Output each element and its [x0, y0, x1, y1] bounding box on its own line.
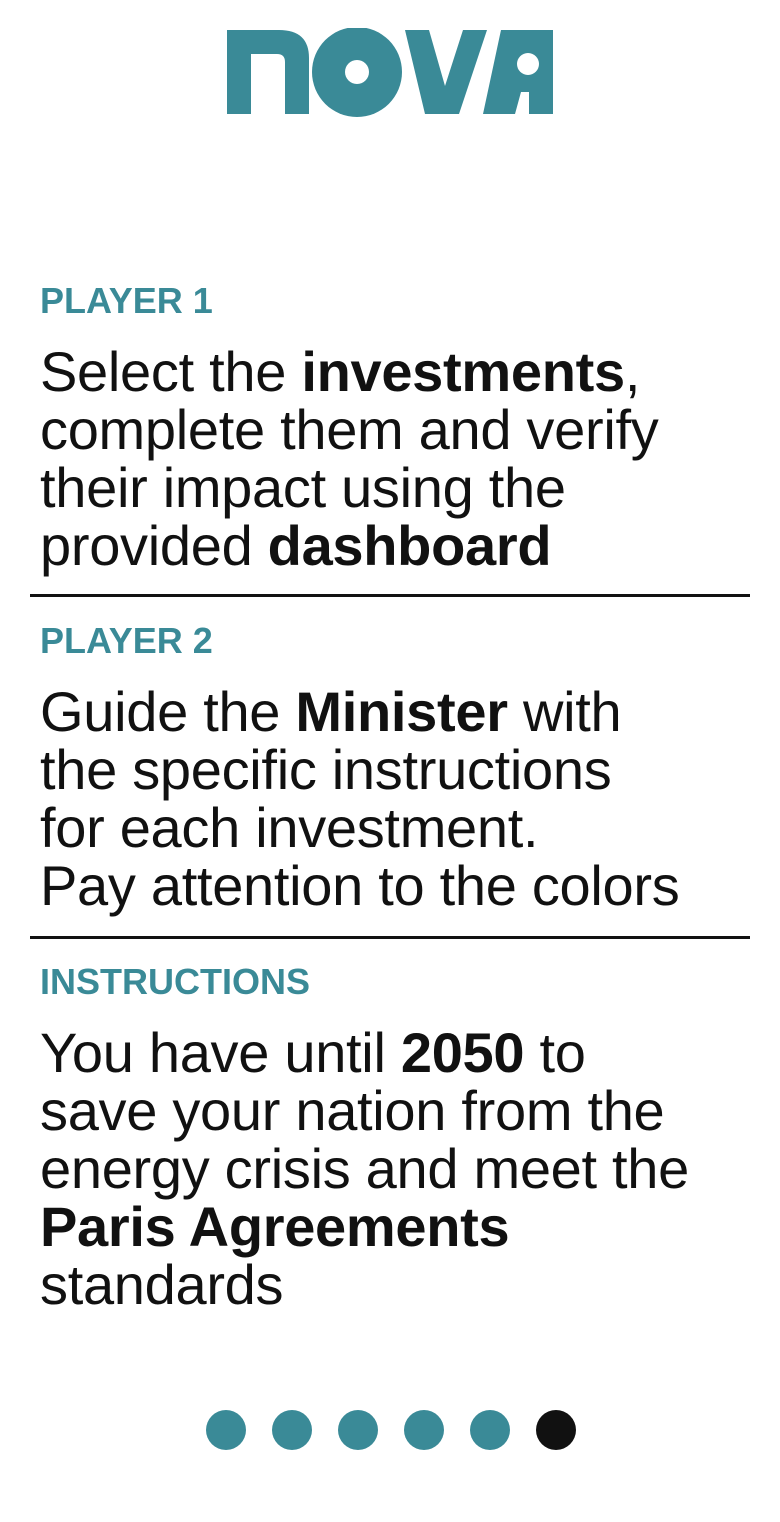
text-line: Paris Agreements	[40, 1195, 510, 1258]
text-line: standards	[40, 1253, 284, 1316]
instructions-label: INSTRUCTIONS	[40, 961, 310, 1002]
text-line: for each investment.	[40, 796, 539, 859]
player-1-section: PLAYER 1 Select the investments, complet…	[40, 281, 750, 575]
text-line: You have until 2050 to	[40, 1021, 586, 1084]
instructions-text: You have until 2050 to save your nation …	[40, 1024, 750, 1314]
nova-logo: nova	[227, 28, 553, 118]
text-line: the specific instructions	[40, 738, 612, 801]
nova-logo-mark	[227, 28, 553, 117]
player-2-section: PLAYER 2 Guide the Minister with the spe…	[40, 621, 750, 915]
text-line: Pay attention to the colors	[40, 854, 680, 917]
section-divider	[30, 936, 750, 939]
player-1-label: PLAYER 1	[40, 280, 213, 321]
text-line: their impact using the	[40, 456, 566, 519]
page-dot-4[interactable]	[404, 1410, 444, 1450]
page-dot-3[interactable]	[338, 1410, 378, 1450]
page-dot-6[interactable]	[536, 1410, 576, 1450]
text-line: energy crisis and meet the	[40, 1137, 689, 1200]
text-line: Guide the Minister with	[40, 680, 622, 743]
pagination-dots	[206, 1410, 576, 1450]
section-divider	[30, 594, 750, 597]
player-1-text: Select the investments, complete them an…	[40, 343, 750, 575]
text-line: provided dashboard	[40, 514, 552, 577]
instructions-section: INSTRUCTIONS You have until 2050 to save…	[40, 962, 750, 1314]
text-line: complete them and verify	[40, 398, 659, 461]
player-2-text: Guide the Minister with the specific ins…	[40, 683, 750, 915]
page-dot-2[interactable]	[272, 1410, 312, 1450]
text-line: Select the investments,	[40, 340, 641, 403]
text-line: save your nation from the	[40, 1079, 665, 1142]
page-dot-1[interactable]	[206, 1410, 246, 1450]
page-dot-5[interactable]	[470, 1410, 510, 1450]
player-2-label: PLAYER 2	[40, 620, 213, 661]
